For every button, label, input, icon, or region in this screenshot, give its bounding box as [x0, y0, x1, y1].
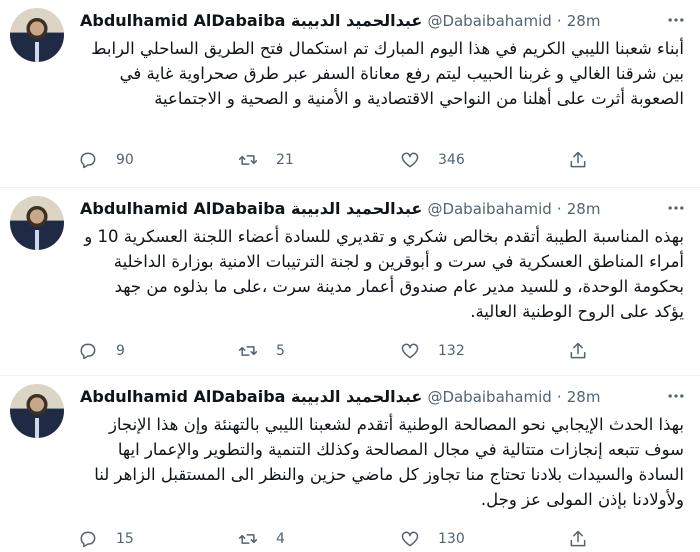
- retweet-icon: [238, 534, 258, 544]
- author-handle[interactable]: @Dabaibahamid: [427, 12, 551, 30]
- tweet-text: بهذه المناسبة الطيبة أتقدم بخالص شكري و …: [84, 227, 684, 321]
- retweet-count: 4: [276, 531, 285, 547]
- retweet-icon: [238, 346, 258, 356]
- avatar[interactable]: [10, 8, 64, 62]
- retweet-button[interactable]: 21: [238, 147, 294, 173]
- reply-count: 15: [116, 531, 134, 547]
- retweet-count: 21: [276, 152, 294, 168]
- author-name[interactable]: Abdulhamid AlDabaiba عبدالحميد الدبيبة: [80, 11, 422, 30]
- timestamp[interactable]: 28m: [567, 200, 601, 218]
- author-name[interactable]: Abdulhamid AlDabaiba عبدالحميد الدبيبة: [80, 199, 422, 218]
- tweet[interactable]: Abdulhamid AlDabaiba عبدالحميد الدبيبة @…: [0, 188, 700, 376]
- share-icon: [570, 342, 586, 359]
- tweet[interactable]: Abdulhamid AlDabaiba عبدالحميد الدبيبة @…: [0, 376, 700, 552]
- reply-button[interactable]: 90: [78, 147, 134, 173]
- tweet-header: Abdulhamid AlDabaiba عبدالحميد الدبيبة @…: [80, 198, 660, 220]
- author-name[interactable]: Abdulhamid AlDabaiba عبدالحميد الدبيبة: [80, 387, 422, 406]
- reply-button[interactable]: 15: [78, 526, 134, 552]
- avatar[interactable]: [10, 196, 64, 250]
- like-button[interactable]: 130: [400, 526, 465, 552]
- reply-count: 9: [116, 343, 125, 359]
- tweet-header: Abdulhamid AlDabaiba عبدالحميد الدبيبة @…: [80, 386, 660, 408]
- tweet-text: بهذا الحدث الإيجابي نحو المصالحة الوطنية…: [94, 415, 684, 509]
- retweet-button[interactable]: 5: [238, 338, 285, 364]
- more-icon[interactable]: [666, 10, 686, 30]
- reply-icon: [80, 531, 96, 548]
- share-button[interactable]: [568, 147, 606, 173]
- more-icon[interactable]: [666, 198, 686, 218]
- timestamp[interactable]: 28m: [567, 388, 601, 406]
- heart-icon: [401, 152, 419, 168]
- retweet-icon: [238, 155, 258, 165]
- action-bar: 9 5 132: [78, 338, 650, 364]
- share-icon: [570, 151, 586, 168]
- separator: ·: [556, 200, 562, 218]
- more-icon[interactable]: [666, 386, 686, 406]
- reply-icon: [80, 343, 96, 360]
- tweet[interactable]: Abdulhamid AlDabaiba عبدالحميد الدبيبة @…: [0, 0, 700, 188]
- like-count: 130: [438, 531, 465, 547]
- like-button[interactable]: 346: [400, 147, 465, 173]
- share-button[interactable]: [568, 526, 606, 552]
- share-button[interactable]: [568, 338, 606, 364]
- author-handle[interactable]: @Dabaibahamid: [427, 200, 551, 218]
- heart-icon: [401, 343, 419, 359]
- like-button[interactable]: 132: [400, 338, 465, 364]
- reply-button[interactable]: 9: [78, 338, 125, 364]
- separator: ·: [556, 12, 562, 30]
- like-count: 346: [438, 152, 465, 168]
- separator: ·: [556, 388, 562, 406]
- timestamp[interactable]: 28m: [567, 12, 601, 30]
- avatar[interactable]: [10, 384, 64, 438]
- share-icon: [570, 530, 586, 547]
- heart-icon: [401, 531, 419, 547]
- tweet-header: Abdulhamid AlDabaiba عبدالحميد الدبيبة @…: [80, 10, 660, 32]
- reply-count: 90: [116, 152, 134, 168]
- like-count: 132: [438, 343, 465, 359]
- author-handle[interactable]: @Dabaibahamid: [427, 388, 551, 406]
- retweet-button[interactable]: 4: [238, 526, 285, 552]
- retweet-count: 5: [276, 343, 285, 359]
- tweet-text: أبناء شعبنا الليبي الكريم في هذا اليوم ا…: [91, 39, 684, 108]
- reply-icon: [80, 152, 96, 169]
- action-bar: 15 4 130: [78, 526, 650, 552]
- action-bar: 90 21 346: [78, 147, 650, 173]
